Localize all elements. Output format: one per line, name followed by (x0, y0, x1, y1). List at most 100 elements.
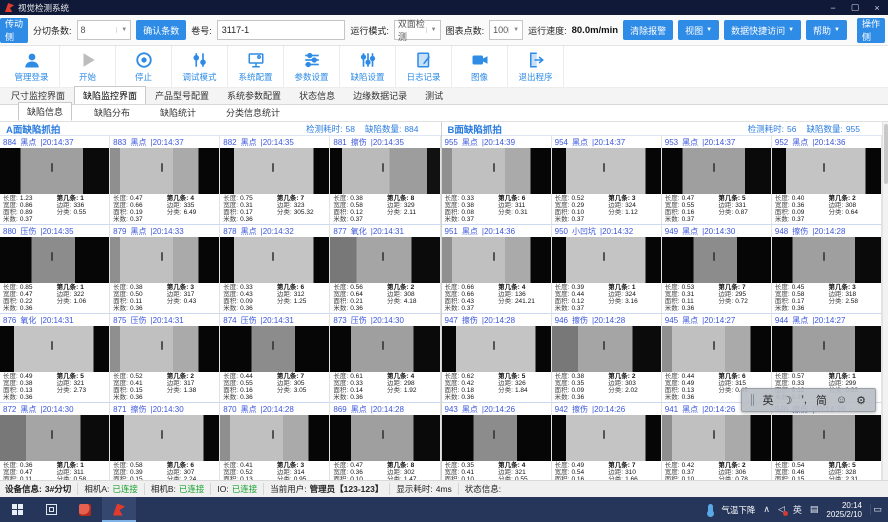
drag-handle-icon[interactable] (751, 394, 754, 406)
slit-count-select[interactable]: 8▼ (77, 20, 132, 40)
maximize-button[interactable]: ▢ (844, 0, 866, 15)
defect-image[interactable] (220, 415, 329, 461)
tab-system-param-config[interactable]: 系统参数配置 (218, 86, 290, 104)
defect-cell[interactable]: 874 压伤 20:14:31 长度:0.44 宽度:0.55 面积:0.16 … (220, 314, 330, 403)
clear-alarm-button[interactable]: 清除报警 (623, 20, 673, 40)
ime-english-toggle[interactable]: 英 (763, 392, 774, 408)
start-menu-button[interactable] (0, 497, 34, 522)
defect-image[interactable] (0, 237, 109, 283)
log-record-button[interactable]: 日志记录 (396, 46, 452, 87)
defect-image[interactable] (442, 237, 551, 283)
defect-cell[interactable]: 869 黑点 20:14:28 长度:0.47 宽度:0.36 面积:0.10 … (330, 403, 440, 480)
help-menu-button[interactable]: 帮助▼ (806, 20, 847, 40)
defect-image[interactable] (662, 415, 771, 461)
ime-language-bar[interactable]: 英 ☽ ’, 简 ☺ ⚙ (741, 388, 876, 412)
subtab-defect-info[interactable]: 缺陷信息 (18, 102, 72, 121)
defect-image[interactable] (772, 148, 881, 194)
defect-cell[interactable]: 949 黑点 20:14:30 长度:0.53 宽度:0.31 面积:0.11 … (662, 225, 772, 314)
defect-image[interactable] (442, 415, 551, 461)
defect-image[interactable] (772, 415, 881, 461)
defect-cell[interactable]: 881 擦伤 20:14:35 长度:0.38 宽度:0.58 面积:0.12 … (330, 136, 440, 225)
defect-image[interactable] (330, 415, 439, 461)
defect-image[interactable] (552, 237, 661, 283)
defect-image[interactable] (330, 237, 439, 283)
defect-cell[interactable]: 883 黑点 20:14:37 长度:0.47 宽度:0.66 面积:0.19 … (110, 136, 220, 225)
defect-cell[interactable]: 882 黑点 20:14:35 长度:0.75 宽度:0.31 面积:0.17 … (220, 136, 330, 225)
defect-cell[interactable]: 878 黑点 20:14:32 长度:0.33 宽度:0.43 面积:0.09 … (220, 225, 330, 314)
moon-icon[interactable]: ☽ (783, 394, 793, 407)
defect-cell[interactable]: 955 黑点 20:14:39 长度:0.33 宽度:0.38 面积:0.08 … (442, 136, 552, 225)
subtab-defect-distribution[interactable]: 缺陷分布 (86, 104, 138, 121)
operator-side-button[interactable]: 操作侧 (857, 18, 885, 43)
defect-cell[interactable]: 951 黑点 20:14:36 长度:0.66 宽度:0.66 面积:0.43 … (442, 225, 552, 314)
close-button[interactable]: × (866, 0, 888, 15)
defect-cell[interactable]: 941 黑点 20:14:26 长度:0.42 宽度:0.37 面积:0.10 … (662, 403, 772, 480)
drive-side-button[interactable]: 传动侧 (0, 18, 28, 43)
thermometer-icon[interactable] (708, 504, 713, 516)
data-access-menu-button[interactable]: 数据快捷访问▼ (724, 20, 801, 40)
defect-image[interactable] (442, 148, 551, 194)
defect-cell[interactable]: 876 氧化 20:14:31 长度:0.49 宽度:0.38 面积:0.13 … (0, 314, 110, 403)
vertical-scrollbar[interactable] (882, 122, 888, 480)
task-view-button[interactable] (34, 497, 68, 522)
defect-cell[interactable]: 870 黑点 20:14:28 长度:0.41 宽度:0.52 面积:0.13 … (220, 403, 330, 480)
sound-icon[interactable]: ◁ (778, 504, 785, 515)
active-app-button[interactable] (102, 497, 136, 522)
defect-cell[interactable]: 952 黑点 20:14:36 长度:0.40 宽度:0.36 面积:0.09 … (772, 136, 882, 225)
defect-image[interactable] (110, 326, 219, 372)
keyboard-icon[interactable]: ▤ (810, 504, 819, 515)
debug-mode-button[interactable]: 调试模式 (172, 46, 228, 87)
defect-image[interactable] (220, 237, 329, 283)
defect-cell[interactable]: 947 擦伤 20:14:28 长度:0.62 宽度:0.42 面积:0.18 … (442, 314, 552, 403)
defect-image[interactable] (110, 415, 219, 461)
gear-icon[interactable]: ⚙ (856, 394, 866, 407)
image-button[interactable]: 图像 (452, 46, 508, 87)
defect-image[interactable] (220, 148, 329, 194)
defect-cell[interactable]: 950 小凹坑 20:14:32 长度:0.39 宽度:0.44 面积:0.12… (552, 225, 662, 314)
tab-test[interactable]: 测试 (416, 86, 452, 104)
defect-cell[interactable]: 940 擦伤 20:14:26 长度:0.54 宽度:0.46 面积:0.15 … (772, 403, 882, 480)
tab-status-info[interactable]: 状态信息 (290, 86, 344, 104)
subtab-class-info-statistics[interactable]: 分类信息统计 (218, 104, 288, 121)
stop-button[interactable]: 停止 (116, 46, 172, 87)
chart-points-select[interactable]: 100▼ (489, 20, 523, 40)
defect-cell[interactable]: 871 擦伤 20:14:30 长度:0.58 宽度:0.39 面积:0.15 … (110, 403, 220, 480)
defect-settings-button[interactable]: 缺陷设置 (340, 46, 396, 87)
minimize-button[interactable]: − (822, 0, 844, 15)
punctuation-toggle[interactable]: ’, (801, 394, 807, 406)
defect-image[interactable] (442, 326, 551, 372)
defect-image[interactable] (662, 326, 771, 372)
defect-image[interactable] (662, 237, 771, 283)
confirm-count-button[interactable]: 确认条数 (136, 20, 186, 40)
defect-image[interactable] (552, 148, 661, 194)
system-config-button[interactable]: 系统配置 (228, 46, 284, 87)
roll-number-input[interactable] (217, 20, 346, 40)
defect-cell[interactable]: 880 压伤 20:14:35 长度:0.85 宽度:0.47 面积:0.22 … (0, 225, 110, 314)
param-settings-button[interactable]: 参数设置 (284, 46, 340, 87)
defect-cell[interactable]: 872 黑点 20:14:30 长度:0.36 宽度:0.47 面积:0.11 … (0, 403, 110, 480)
defect-image[interactable] (330, 148, 439, 194)
defect-image[interactable] (330, 326, 439, 372)
defect-cell[interactable]: 946 擦伤 20:14:28 长度:0.38 宽度:0.35 面积:0.09 … (552, 314, 662, 403)
defect-image[interactable] (110, 148, 219, 194)
taskbar-clock[interactable]: 20:14 2025/2/10 (826, 501, 862, 519)
defect-image[interactable] (772, 326, 881, 372)
defect-cell[interactable]: 943 黑点 20:14:26 长度:0.35 宽度:0.41 面积:0.10 … (442, 403, 552, 480)
defect-cell[interactable]: 953 黑点 20:14:37 长度:0.47 宽度:0.55 面积:0.16 … (662, 136, 772, 225)
defect-cell[interactable]: 877 氧化 20:14:31 长度:0.56 宽度:0.64 面积:0.21 … (330, 225, 440, 314)
emoji-icon[interactable]: ☺ (836, 394, 847, 406)
defect-image[interactable] (0, 148, 109, 194)
defect-image[interactable] (662, 148, 771, 194)
view-menu-button[interactable]: 视图▼ (678, 20, 719, 40)
defect-cell[interactable]: 942 擦伤 20:14:26 长度:0.49 宽度:0.54 面积:0.16 … (552, 403, 662, 480)
defect-cell[interactable]: 884 黑点 20:14:37 长度:1.23 宽度:0.86 面积:0.89 … (0, 136, 110, 225)
defect-image[interactable] (772, 237, 881, 283)
defect-image[interactable] (0, 326, 109, 372)
tab-edge-data-record[interactable]: 边缘数据记录 (344, 86, 416, 104)
language-indicator[interactable]: 英 (793, 503, 802, 516)
exit-program-button[interactable]: 退出程序 (508, 46, 564, 87)
run-mode-select[interactable]: 双面检测▼ (394, 20, 441, 40)
tab-defect-monitor[interactable]: 缺陷监控界面 (74, 86, 146, 104)
tab-product-model-config[interactable]: 产品型号配置 (146, 86, 218, 104)
defect-image[interactable] (0, 415, 109, 461)
